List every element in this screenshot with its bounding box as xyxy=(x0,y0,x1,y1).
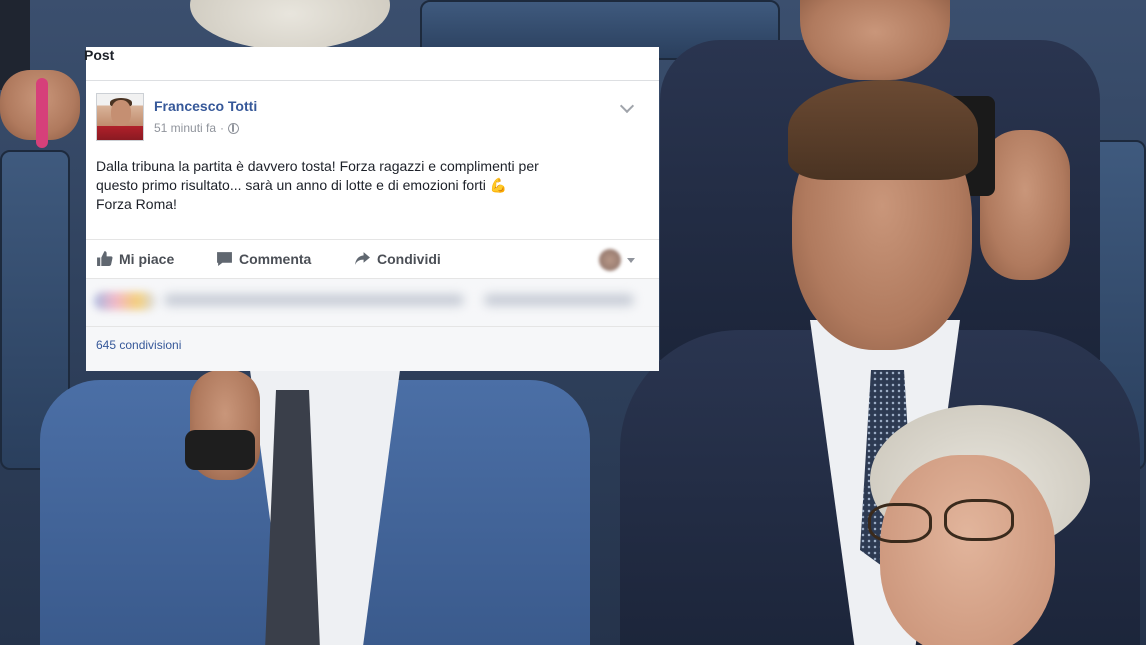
caret-down-icon[interactable] xyxy=(627,258,635,263)
share-label: Condividi xyxy=(377,250,441,267)
viewer-avatar[interactable] xyxy=(599,249,621,271)
reaction-names-blurred xyxy=(164,294,464,306)
post-text: Dalla tribuna la partita è davvero tosta… xyxy=(96,158,539,193)
avatar[interactable] xyxy=(96,93,144,141)
post-header: Francesco Totti 51 minuti fa · xyxy=(96,93,646,141)
reactions-summary xyxy=(86,279,659,327)
share-icon xyxy=(355,252,370,265)
post-text-end: Forza Roma! xyxy=(96,196,177,212)
comment-label: Commenta xyxy=(239,250,312,267)
post-section-title: Post xyxy=(84,47,115,63)
post-body: Dalla tribuna la partita è davvero tosta… xyxy=(96,157,636,214)
reaction-icons-blurred xyxy=(94,292,156,310)
spectator-bottom-right xyxy=(860,405,1090,645)
share-button[interactable]: Condividi xyxy=(354,250,441,267)
spectator-bottom-left xyxy=(40,360,590,645)
post-card: Francesco Totti 51 minuti fa · Dalla tri… xyxy=(86,80,659,371)
flexed-biceps-emoji: 💪 xyxy=(489,177,508,193)
like-label: Mi piace xyxy=(119,250,175,267)
post-meta: 51 minuti fa · xyxy=(154,121,240,135)
post-actions: Mi piace Commenta Condividi xyxy=(86,239,659,279)
thumbs-up-icon xyxy=(97,251,113,266)
comment-button[interactable]: Commenta xyxy=(216,250,311,267)
shares-count[interactable]: 645 condivisioni xyxy=(96,338,181,352)
author-name[interactable]: Francesco Totti xyxy=(154,98,257,114)
post-timestamp[interactable]: 51 minuti fa xyxy=(154,121,216,135)
shares-row: 645 condivisioni xyxy=(86,327,659,371)
globe-icon[interactable] xyxy=(228,122,240,134)
spectator-top-center xyxy=(180,0,410,50)
facebook-post-screenshot: Post Francesco Totti 51 minuti fa · Dall… xyxy=(84,47,659,371)
chevron-down-icon[interactable] xyxy=(619,98,635,114)
comment-icon xyxy=(217,252,232,266)
like-button[interactable]: Mi piace xyxy=(96,250,174,267)
comments-count-blurred xyxy=(484,294,634,306)
